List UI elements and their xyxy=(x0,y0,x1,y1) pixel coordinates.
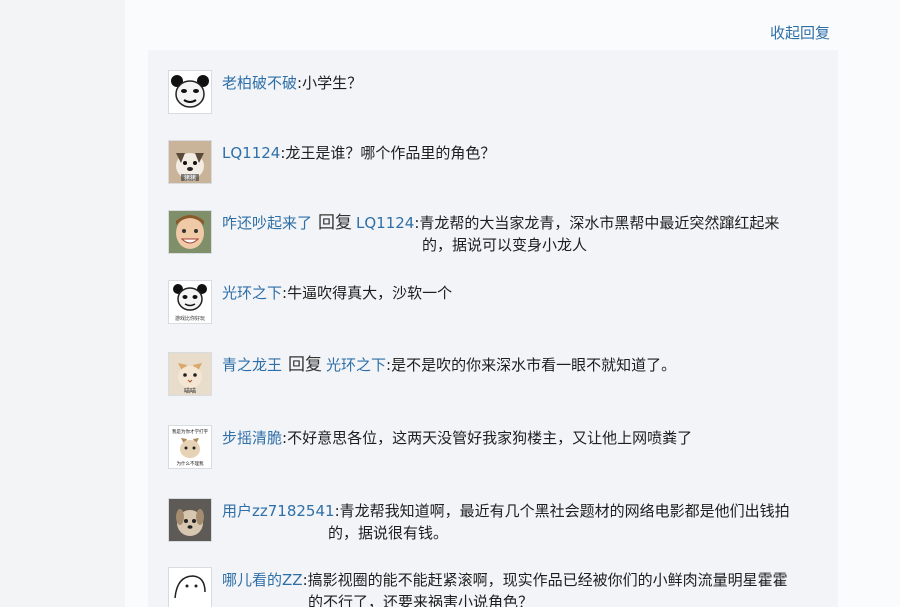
avatar-caption: 猪猪 xyxy=(184,174,196,182)
dog-photo-icon: 猪猪 xyxy=(169,141,211,183)
cat-meme-icon: 我是为你才学打字 为什么不理我 xyxy=(169,426,211,468)
avatar[interactable] xyxy=(168,498,212,542)
reply-content: 青之龙王 回复 光环之下:是不是吹的你来深水市看一眼不就知道了。 xyxy=(222,354,812,376)
avatar[interactable] xyxy=(168,70,212,114)
reply-text-continued: 的，据说可以变身小龙人 xyxy=(422,236,588,254)
reply-text: 青龙帮的大当家龙青，深水市黑帮中最近突然蹿红起来 xyxy=(419,214,780,232)
reply-text: 是不是吹的你来深水市看一眼不就知道了。 xyxy=(391,356,677,374)
reply-username[interactable]: 光环之下 xyxy=(222,284,282,302)
avatar-caption: 我是为你才学打字 xyxy=(172,428,208,435)
reply-target-username[interactable]: LQ1124 xyxy=(356,214,414,232)
cat-photo-icon: 喵喵 xyxy=(169,353,211,395)
avatar-caption: 游戏比你好玩 xyxy=(175,315,205,322)
reply-username[interactable]: 老柏破不破 xyxy=(222,74,297,92)
reply-word: 回复 xyxy=(288,355,323,375)
avatar[interactable]: 猪猪 xyxy=(168,140,212,184)
reply-content: 咋还吵起来了 回复 LQ1124:青龙帮的大当家龙青，深水市黑帮中最近突然蹿红起来 … xyxy=(222,212,812,256)
reply-username[interactable]: 用户zz7182541 xyxy=(222,502,335,520)
reply-text: 牛逼吹得真大，沙软一个 xyxy=(287,284,453,302)
reply-text-continued: 的不行了，还要来祸害小说角色？ xyxy=(308,593,534,607)
reply-text: 搞影视圈的能不能赶紧滚啊，现实作品已经被你们的小鲜肉流量明星霍霍 xyxy=(307,571,788,589)
reply-text: 青龙帮我知道啊，最近有几个黑社会题材的网络电影都是他们出钱拍 xyxy=(339,502,790,520)
dog-photo-icon xyxy=(169,499,211,541)
reply-username[interactable]: 哪儿看的ZZ xyxy=(222,571,303,589)
reply-username[interactable]: LQ1124 xyxy=(222,144,280,162)
panda-meme-icon xyxy=(169,71,211,113)
reply-username[interactable]: 咋还吵起来了 xyxy=(222,214,312,232)
avatar[interactable] xyxy=(168,210,212,254)
avatar[interactable] xyxy=(168,567,212,607)
avatar[interactable]: 我是为你才学打字 为什么不理我 xyxy=(168,425,212,469)
avatar[interactable]: 游戏比你好玩 xyxy=(168,280,212,324)
reply-text: 龙王是谁？哪个作品里的角色？ xyxy=(285,144,496,162)
reply-content: 哪儿看的ZZ:搞影视圈的能不能赶紧滚啊，现实作品已经被你们的小鲜肉流量明星霍霍 … xyxy=(222,569,812,607)
reply-username[interactable]: 步摇清脆 xyxy=(222,429,282,447)
reply-content: 光环之下:牛逼吹得真大，沙软一个 xyxy=(222,282,812,304)
reply-text-continued: 的，据说很有钱。 xyxy=(328,524,449,542)
reply-text: 不好意思各位，这两天没管好我家狗楼主，又让他上网喷粪了 xyxy=(287,429,693,447)
cartoon-doodle-icon xyxy=(169,568,211,607)
child-photo-icon xyxy=(169,211,211,253)
reply-content: 步摇清脆:不好意思各位，这两天没管好我家狗楼主，又让他上网喷粪了 xyxy=(222,427,812,449)
avatar[interactable]: 喵喵 xyxy=(168,352,212,396)
reply-word: 回复 xyxy=(318,213,353,233)
reply-username[interactable]: 青之龙王 xyxy=(222,356,282,374)
avatar-caption: 为什么不理我 xyxy=(177,460,204,467)
avatar-caption: 喵喵 xyxy=(184,388,196,395)
reply-text: 小学生？ xyxy=(302,74,363,92)
collapse-replies-link[interactable]: 收起回复 xyxy=(770,22,830,43)
reply-content: 用户zz7182541:青龙帮我知道啊，最近有几个黑社会题材的网络电影都是他们出… xyxy=(222,500,812,544)
reply-content: 老柏破不破:小学生？ xyxy=(222,72,812,94)
page: 收起回复 老柏破不破:小学生？ 猪猪 LQ1124:龙王是谁？哪个作品里的角色？… xyxy=(0,0,900,607)
reply-content: LQ1124:龙王是谁？哪个作品里的角色？ xyxy=(222,142,812,164)
reply-target-username[interactable]: 光环之下 xyxy=(326,356,386,374)
panda-meme-icon: 游戏比你好玩 xyxy=(169,281,211,323)
